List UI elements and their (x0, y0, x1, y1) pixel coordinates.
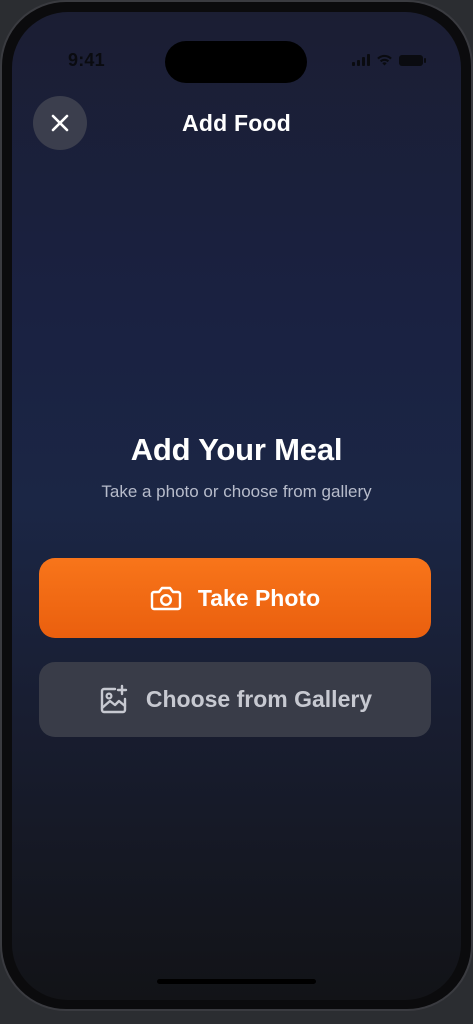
status-time: 9:41 (68, 50, 105, 70)
camera-icon (150, 584, 182, 612)
status-bar: 9:41 (12, 12, 461, 83)
hero-subtitle: Take a photo or choose from gallery (101, 482, 372, 501)
dynamic-island (165, 41, 307, 83)
choose-from-gallery-label: Choose from Gallery (145, 686, 373, 712)
page-title: Add Food (182, 110, 291, 136)
app-screen: 9:41 Add Food Add Your Meal Take a photo… (12, 12, 461, 1000)
phone-frame: 9:41 Add Food Add Your Meal Take a photo… (0, 0, 473, 1011)
choose-from-gallery-button[interactable]: Choose from Gallery (39, 662, 431, 737)
battery-icon (399, 54, 426, 66)
cellular-signal-icon (352, 54, 370, 66)
take-photo-button[interactable]: Take Photo (39, 558, 431, 638)
status-icons (352, 54, 426, 66)
take-photo-label: Take Photo (197, 584, 321, 611)
home-indicator[interactable] (157, 979, 316, 984)
hero-title: Add Your Meal (130, 432, 343, 467)
image-plus-icon (98, 684, 130, 716)
wifi-icon (377, 54, 392, 66)
